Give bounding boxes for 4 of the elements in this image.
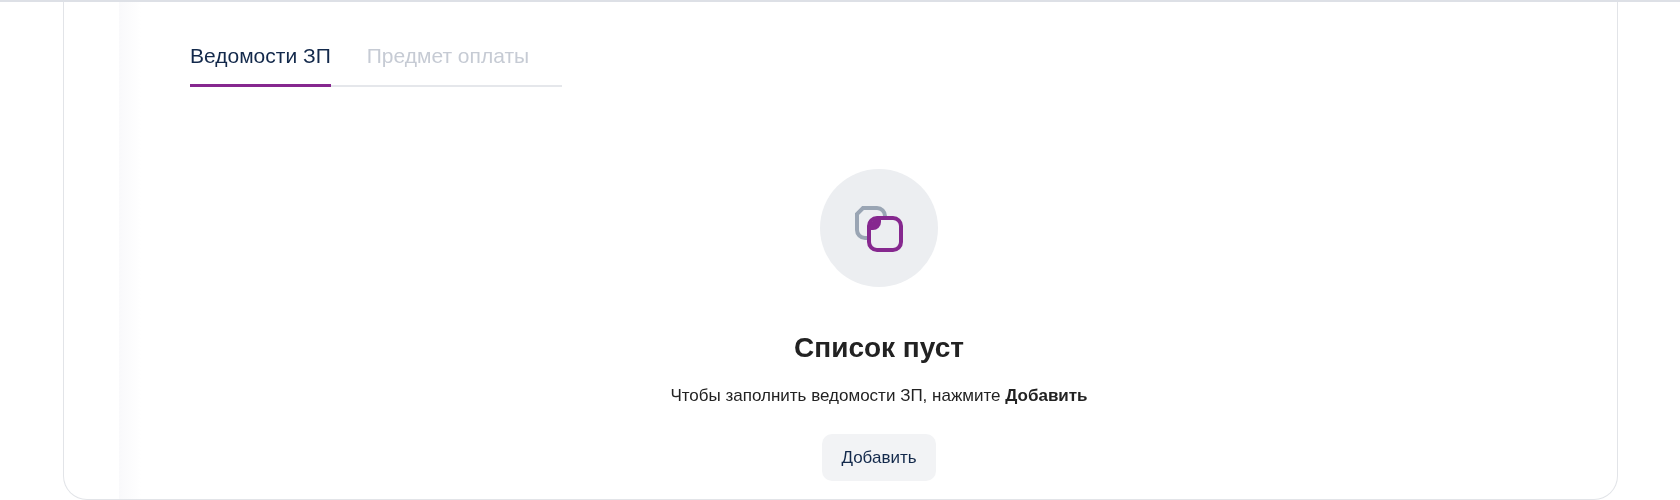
empty-state-title: Список пуст — [794, 330, 964, 365]
add-button[interactable]: Добавить — [822, 434, 936, 481]
tab[interactable]: Ведомости ЗП — [190, 40, 331, 87]
empty-state-message: Чтобы заполнить ведомости ЗП, нажмите Добавить — [670, 384, 1088, 407]
